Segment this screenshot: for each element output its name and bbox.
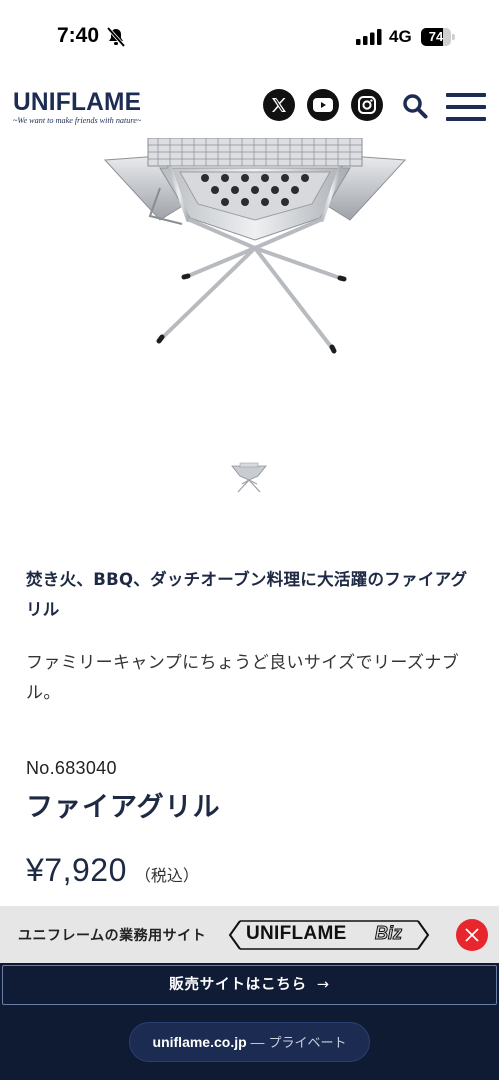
status-time: 7:40 — [57, 24, 100, 47]
browser-address-bar[interactable]: uniflame.co.jp — プライベート — [129, 1022, 370, 1062]
arrow-right-icon: → — [316, 977, 330, 993]
url-host: uniflame.co.jp — [152, 1034, 247, 1050]
biz-banner-text: ユニフレームの業務用サイト — [18, 928, 207, 944]
youtube-button[interactable] — [307, 89, 339, 121]
private-mode-label: プライベート — [268, 1036, 347, 1051]
product-thumbnail[interactable] — [230, 460, 268, 494]
menu-icon[interactable] — [446, 93, 486, 121]
shop-site-button[interactable]: 販売サイトはこちら → — [2, 965, 497, 1005]
product-image — [103, 138, 407, 354]
instagram-icon — [358, 96, 376, 114]
tax-note: （税込） — [134, 866, 199, 885]
biz-logo-word: UNIFLAME — [246, 923, 347, 944]
shop-site-label: 販売サイトはこちら — [169, 977, 307, 993]
network-label: 4G — [389, 27, 412, 46]
x-icon — [272, 98, 286, 112]
product-headline: 焚き火、BBQ、ダッチオーブン料理に大活躍のファイアグリル — [26, 570, 468, 619]
close-banner-button[interactable] — [456, 919, 488, 951]
product-name: ファイアグリル — [26, 792, 221, 823]
instagram-button[interactable] — [351, 89, 383, 121]
biz-banner[interactable]: ユニフレームの業務用サイト UNIFLAME Biz — [0, 906, 499, 963]
product-price: ¥7,920 — [26, 852, 127, 888]
battery-indicator: 74 — [421, 28, 455, 46]
x-button[interactable] — [263, 89, 295, 121]
price-row: ¥7,920 （税込） — [26, 852, 199, 889]
logo-wordmark: UNIFLAME — [13, 88, 142, 116]
site-header: UNIFLAME ~We want to make friends with n… — [0, 80, 499, 138]
close-icon — [465, 928, 479, 942]
bell-slash-icon — [106, 27, 126, 47]
logo-tagline: ~We want to make friends with nature~ — [13, 116, 142, 125]
status-bar: 7:40 4G 74 — [0, 0, 499, 72]
product-description: ファミリーキャンプにちょうど良いサイズでリーズナブル。 — [26, 653, 460, 703]
product-number: No.683040 — [26, 758, 117, 778]
uniflame-logo[interactable]: UNIFLAME ~We want to make friends with n… — [13, 88, 181, 126]
signal-icon — [356, 29, 382, 45]
url-separator: — — [246, 1034, 269, 1050]
search-icon[interactable] — [402, 93, 428, 119]
battery-percent: 74 — [428, 29, 444, 44]
biz-logo-suffix: Biz — [375, 923, 403, 944]
uniflame-biz-logo[interactable]: UNIFLAME Biz — [228, 918, 430, 952]
youtube-icon — [313, 98, 333, 112]
